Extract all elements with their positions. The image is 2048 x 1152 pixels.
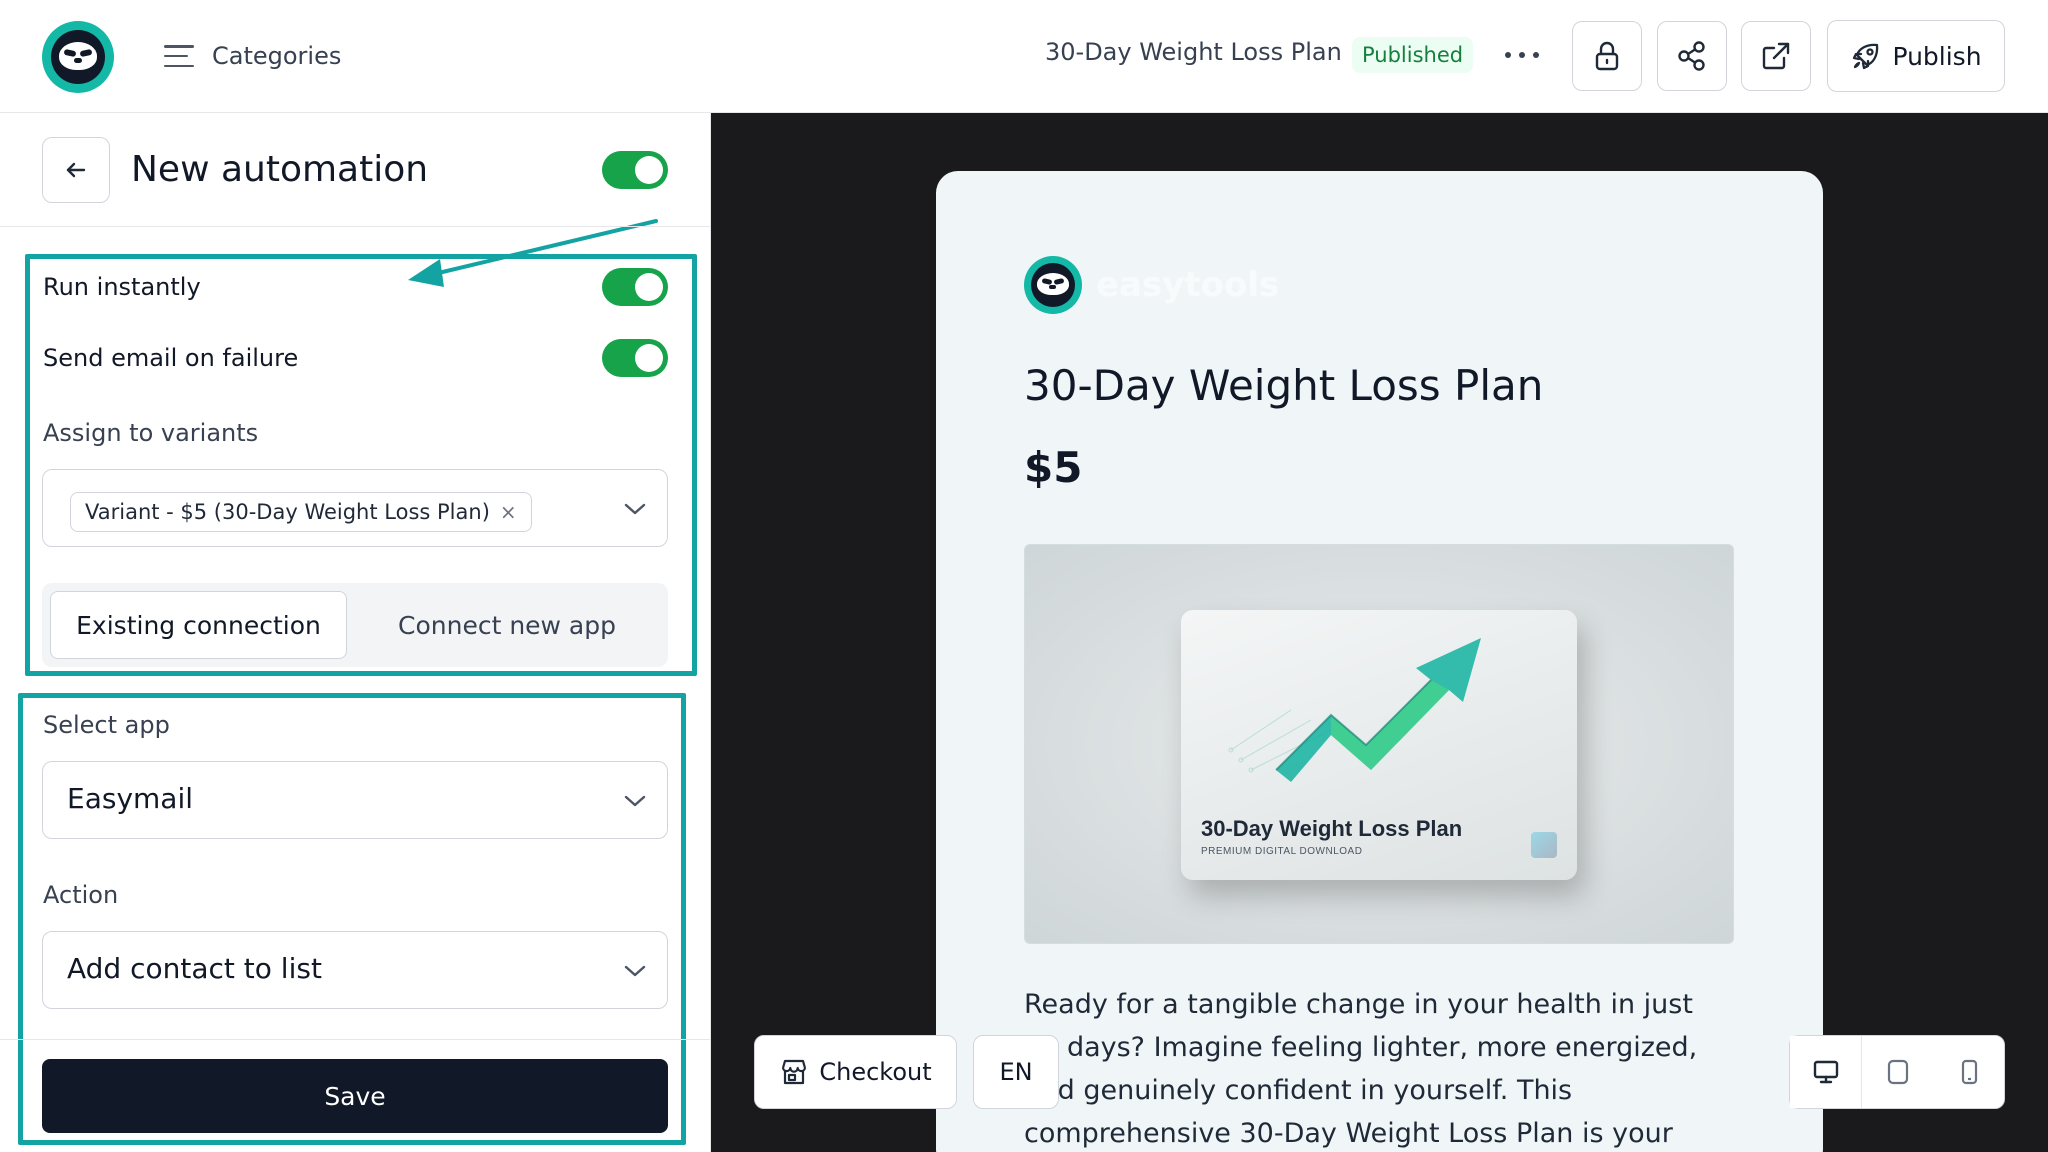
growth-arrow-icon <box>1228 638 1481 782</box>
tablet-view-button[interactable] <box>1862 1036 1933 1108</box>
action-label: Action <box>43 881 119 909</box>
device-switcher <box>1789 1035 2005 1109</box>
run-instantly-label: Run instantly <box>43 273 201 301</box>
panel-title: New automation <box>131 149 429 190</box>
remove-chip-icon[interactable]: × <box>500 500 517 524</box>
app-logo[interactable] <box>42 21 114 93</box>
more-options-button[interactable] <box>1505 40 1539 70</box>
sloth-logo-icon <box>51 30 105 84</box>
brand-name: easytools <box>1096 265 1280 305</box>
product-description: Ready for a tangible change in your heal… <box>1024 989 1698 1149</box>
checkout-label: Checkout <box>819 1058 932 1086</box>
product-image: 30-Day Weight Loss Plan PREMIUM DIGITAL … <box>1024 544 1734 944</box>
top-header: Categories 30-Day Weight Loss Plan Publi… <box>0 0 2048 113</box>
chevron-down-icon <box>624 503 646 515</box>
cover-subtitle: PREMIUM DIGITAL DOWNLOAD <box>1201 846 1363 857</box>
product-cover: 30-Day Weight Loss Plan PREMIUM DIGITAL … <box>1181 610 1577 880</box>
mobile-view-button[interactable] <box>1933 1036 2004 1108</box>
select-app-dropdown[interactable]: Easymail <box>42 761 668 839</box>
desktop-view-button[interactable] <box>1790 1036 1862 1108</box>
open-external-button[interactable] <box>1741 21 1811 91</box>
arrow-left-icon <box>66 162 86 178</box>
status-badge: Published <box>1352 37 1474 73</box>
brand-logo <box>1024 256 1082 314</box>
categories-label: Categories <box>212 42 342 70</box>
language-button[interactable]: EN <box>973 1035 1059 1109</box>
variant-chip: Variant - $5 (30-Day Weight Loss Plan) × <box>70 492 532 532</box>
back-button[interactable] <box>42 137 110 203</box>
variant-chip-label: Variant - $5 (30-Day Weight Loss Plan) <box>85 500 490 524</box>
connection-tabs: Existing connection Connect new app <box>42 583 668 667</box>
select-app-label: Select app <box>43 711 170 739</box>
dot-icon <box>1533 52 1539 58</box>
chevron-down-icon <box>624 965 646 977</box>
preview-price: $5 <box>1024 443 1083 492</box>
desktop-icon <box>1813 1060 1838 1084</box>
automation-enabled-toggle[interactable] <box>602 151 668 189</box>
select-app-value: Easymail <box>67 782 193 815</box>
email-failure-toggle[interactable] <box>602 339 668 377</box>
preview-product-title: 30-Day Weight Loss Plan <box>1024 361 1544 410</box>
lock-icon <box>1595 41 1619 71</box>
email-failure-label: Send email on failure <box>43 344 299 372</box>
tab-existing-connection[interactable]: Existing connection <box>50 591 347 659</box>
automation-panel: New automation Run instantly Send email … <box>0 113 711 1152</box>
footer-divider <box>0 1039 711 1040</box>
action-value: Add contact to list <box>67 952 322 985</box>
product-title: 30-Day Weight Loss Plan <box>1045 38 1342 66</box>
dot-icon <box>1505 52 1511 58</box>
run-instantly-toggle[interactable] <box>602 268 668 306</box>
publish-button[interactable]: Publish <box>1827 20 2005 92</box>
mobile-icon <box>1961 1059 1977 1085</box>
publish-label: Publish <box>1892 41 1982 71</box>
action-dropdown[interactable]: Add contact to list <box>42 931 668 1009</box>
external-link-icon <box>1762 42 1790 70</box>
tab-connect-new-app[interactable]: Connect new app <box>354 591 660 659</box>
sloth-logo-icon <box>1031 263 1075 307</box>
lock-button[interactable] <box>1572 21 1642 91</box>
tablet-icon <box>1887 1059 1908 1085</box>
preview-card: easytools 30-Day Weight Loss Plan $5 30-… <box>936 171 1823 1152</box>
variants-multiselect[interactable]: Variant - $5 (30-Day Weight Loss Plan) × <box>42 469 668 547</box>
hologram-icon <box>1531 832 1557 858</box>
save-button[interactable]: Save <box>42 1059 668 1133</box>
dot-icon <box>1519 52 1525 58</box>
rocket-icon <box>1853 43 1879 70</box>
share-button[interactable] <box>1657 21 1727 91</box>
product-preview: easytools 30-Day Weight Loss Plan $5 30-… <box>711 113 2048 1152</box>
header-divider <box>0 226 711 227</box>
categories-button[interactable]: Categories <box>164 36 341 76</box>
menu-icon <box>164 45 194 67</box>
checkout-button[interactable]: Checkout <box>754 1035 957 1109</box>
variants-label: Assign to variants <box>43 419 259 447</box>
cover-title: 30-Day Weight Loss Plan <box>1201 816 1463 841</box>
chevron-down-icon <box>624 795 646 807</box>
store-icon <box>782 1059 807 1085</box>
share-icon <box>1678 41 1705 71</box>
